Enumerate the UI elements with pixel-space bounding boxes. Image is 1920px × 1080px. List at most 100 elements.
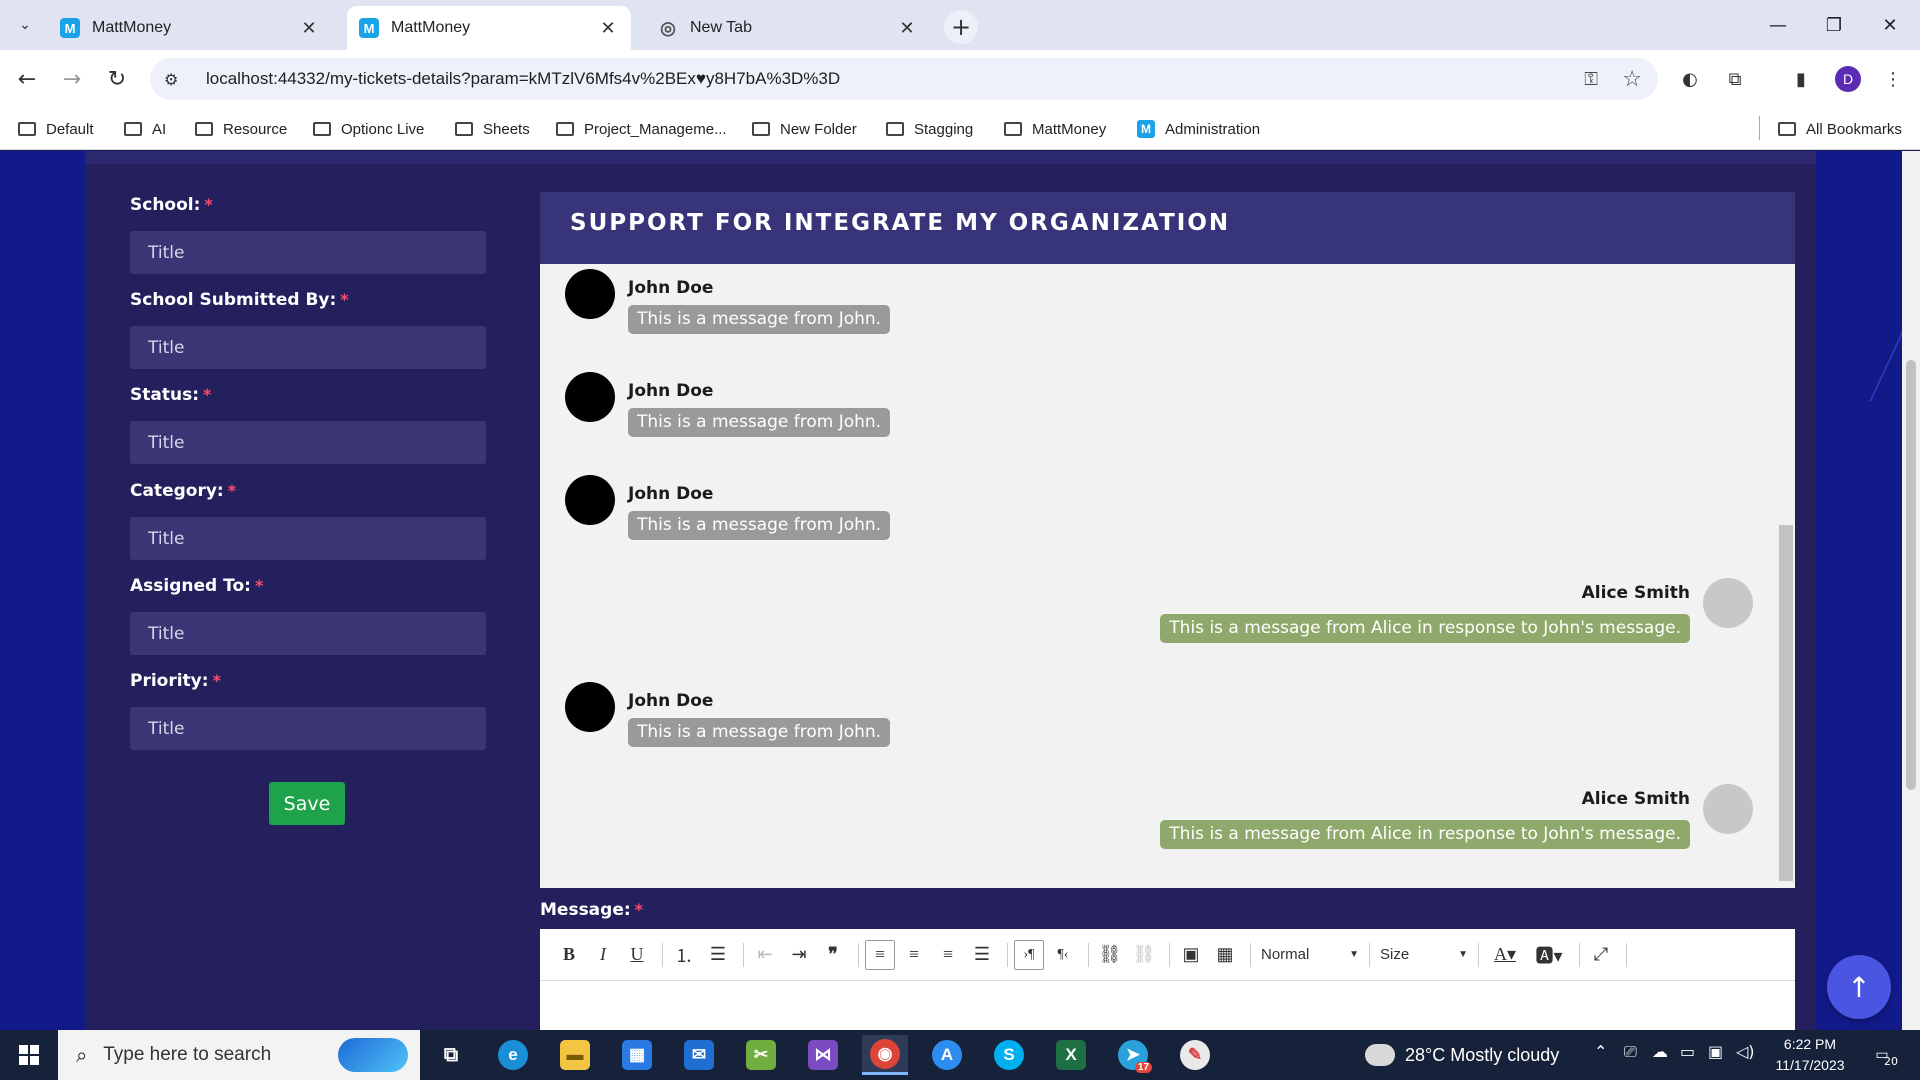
password-key-icon[interactable]: ⚿: [1584, 69, 1598, 90]
back-arrow-icon[interactable]: ←: [10, 62, 44, 96]
underline-button[interactable]: U: [622, 940, 652, 970]
assigned-to-input[interactable]: [130, 612, 486, 655]
show-hidden-icons-chevron-icon[interactable]: ⌃: [1594, 1042, 1607, 1061]
onedrive-icon[interactable]: ☁: [1652, 1042, 1668, 1061]
image-icon[interactable]: ▣: [1176, 940, 1206, 970]
folder-icon: [124, 122, 142, 136]
tab-search-chevron-icon[interactable]: ⌄: [10, 10, 40, 40]
address-bar[interactable]: ⚙ localhost:44332/my-tickets-details?par…: [150, 58, 1658, 100]
align-right-icon[interactable]: ≡: [933, 940, 963, 970]
chat-scrollbar-thumb[interactable]: [1779, 525, 1793, 881]
blockquote-button[interactable]: ❞: [818, 940, 848, 970]
indent-icon[interactable]: ⇥: [784, 940, 814, 970]
category-input[interactable]: [130, 517, 486, 560]
chat-messages-area[interactable]: John Doe This is a message from John. Jo…: [540, 264, 1795, 888]
microsoft-store-icon[interactable]: ▦: [614, 1035, 660, 1075]
fullscreen-icon[interactable]: ⤢: [1586, 940, 1616, 970]
dropdown-caret-icon: ▼: [1349, 949, 1359, 960]
visual-studio-icon[interactable]: ⋈: [800, 1035, 846, 1075]
bookmark-administration[interactable]: M Administration: [1137, 116, 1260, 142]
all-bookmarks[interactable]: All Bookmarks: [1778, 116, 1902, 142]
mail-icon[interactable]: ✉: [676, 1035, 722, 1075]
battery-icon[interactable]: ▭: [1680, 1042, 1695, 1061]
profile-avatar[interactable]: D: [1835, 66, 1861, 92]
bookmark-new-folder[interactable]: New Folder: [752, 116, 857, 142]
bookmark-project-management[interactable]: Project_Manageme...: [556, 116, 727, 142]
side-panel-icon[interactable]: ▮: [1786, 64, 1816, 94]
text-direction-rtl-button[interactable]: ¶‹: [1048, 940, 1078, 970]
link-icon[interactable]: ⛓: [1095, 940, 1125, 970]
edge-icon[interactable]: e: [490, 1035, 536, 1075]
taskbar-search[interactable]: ⌕ Type here to search: [58, 1030, 420, 1080]
excel-icon[interactable]: X: [1048, 1035, 1094, 1075]
new-tab-button[interactable]: +: [944, 10, 978, 44]
snipping-tool-icon[interactable]: ✂: [738, 1035, 784, 1075]
bookmark-star-icon[interactable]: ☆: [1622, 67, 1642, 92]
system-clock[interactable]: 6:22 PM 11/17/2023: [1770, 1034, 1850, 1076]
folder-icon: [313, 122, 331, 136]
italic-button[interactable]: I: [588, 940, 618, 970]
bookmark-stagging[interactable]: Stagging: [886, 116, 973, 142]
site-info-icon[interactable]: ⚙: [164, 70, 188, 89]
page-scrollbar-thumb[interactable]: [1906, 360, 1916, 790]
bookmark-resource[interactable]: Resource: [195, 116, 287, 142]
bookmark-optionc-live[interactable]: Optionc Live: [313, 116, 424, 142]
outdent-icon[interactable]: ⇤: [750, 940, 780, 970]
extensions-puzzle-icon[interactable]: ⧉: [1720, 64, 1750, 94]
tab-new-tab[interactable]: ◎ New Tab ✕: [646, 6, 930, 50]
status-input[interactable]: [130, 421, 486, 464]
bold-button[interactable]: B: [554, 940, 584, 970]
tab-mattmoney-1[interactable]: M MattMoney ✕: [48, 6, 332, 50]
text-direction-ltr-button[interactable]: ›¶: [1014, 939, 1044, 970]
save-button[interactable]: Save: [269, 782, 345, 825]
unlink-icon[interactable]: ⛓: [1129, 940, 1159, 970]
format-select[interactable]: Normal ▼: [1257, 940, 1363, 970]
restore-icon[interactable]: ❐: [1806, 8, 1862, 42]
notification-center-icon[interactable]: ▭ 20: [1866, 1040, 1898, 1070]
ordered-list-icon[interactable]: ⒈: [669, 940, 699, 970]
alice-avatar: [1703, 784, 1753, 834]
bullet-list-icon[interactable]: ☰: [703, 940, 733, 970]
bookmark-ai[interactable]: AI: [124, 116, 166, 142]
editor-content-area[interactable]: [540, 981, 1795, 1030]
reload-icon[interactable]: ↻: [100, 62, 134, 96]
close-tab-icon[interactable]: ✕: [597, 18, 619, 39]
kebab-menu-icon[interactable]: ⋮: [1878, 64, 1908, 94]
size-select[interactable]: Size ▼: [1376, 940, 1472, 970]
volume-icon[interactable]: ◁): [1736, 1042, 1755, 1061]
extension-lock-icon[interactable]: ◐: [1675, 64, 1705, 94]
paint-icon[interactable]: ✎: [1172, 1035, 1218, 1075]
file-explorer-icon[interactable]: ▬: [552, 1035, 598, 1075]
school-submitted-by-input[interactable]: [130, 326, 486, 369]
close-tab-icon[interactable]: ✕: [298, 18, 320, 39]
close-window-icon[interactable]: ✕: [1862, 8, 1918, 42]
align-left-icon[interactable]: ≡: [865, 939, 895, 970]
school-input[interactable]: [130, 231, 486, 274]
align-justify-icon[interactable]: ☰: [967, 940, 997, 970]
priority-input[interactable]: [130, 707, 486, 750]
skype-icon[interactable]: S: [986, 1035, 1032, 1075]
tab-mattmoney-2[interactable]: M MattMoney ✕: [347, 6, 631, 50]
align-center-icon[interactable]: ≡: [899, 940, 929, 970]
format-select-value: Normal: [1261, 946, 1310, 963]
table-icon[interactable]: ▦: [1210, 940, 1240, 970]
telegram-icon[interactable]: ➤ 17: [1110, 1035, 1156, 1075]
forward-arrow-icon[interactable]: →: [55, 62, 89, 96]
background-color-icon[interactable]: 🅰▾: [1529, 940, 1569, 970]
text-color-icon[interactable]: A▾: [1485, 940, 1525, 970]
scroll-to-top-button[interactable]: ↑: [1827, 955, 1891, 1019]
task-view-icon[interactable]: ⧉: [428, 1035, 474, 1075]
network-icon[interactable]: ▣: [1708, 1042, 1723, 1061]
message-bubble: This is a message from Alice in response…: [1160, 614, 1690, 643]
azure-data-studio-icon[interactable]: A: [924, 1035, 970, 1075]
weather-widget[interactable]: 28°C Mostly cloudy: [1365, 1030, 1559, 1080]
chrome-icon[interactable]: ◉: [862, 1035, 908, 1075]
url-text[interactable]: localhost:44332/my-tickets-details?param…: [206, 69, 840, 89]
minimize-icon[interactable]: —: [1750, 8, 1806, 42]
bookmark-mattmoney[interactable]: MattMoney: [1004, 116, 1106, 142]
close-tab-icon[interactable]: ✕: [896, 18, 918, 39]
windows-start-button[interactable]: [0, 1030, 58, 1080]
bookmark-sheets[interactable]: Sheets: [455, 116, 530, 142]
bookmark-default[interactable]: Default: [18, 116, 94, 142]
meet-now-icon[interactable]: ⎚: [1624, 1042, 1637, 1062]
